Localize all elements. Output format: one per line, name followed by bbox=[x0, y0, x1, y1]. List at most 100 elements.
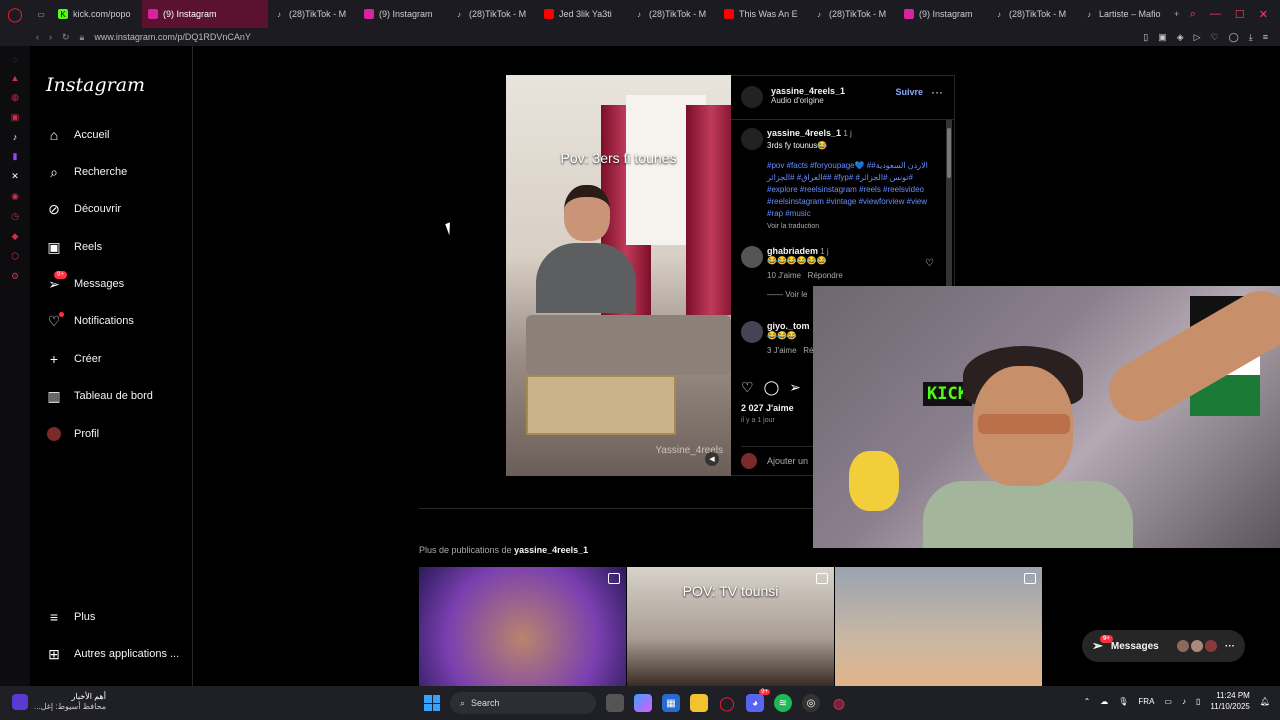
history-icon[interactable]: ◷ bbox=[11, 211, 19, 222]
reload-icon[interactable]: ↻ bbox=[62, 32, 70, 43]
sidebar-item-other-apps[interactable]: ⊞ Autres applications ... bbox=[46, 643, 186, 665]
add-comment-input[interactable]: Ajouter un bbox=[767, 456, 808, 466]
new-tab-button[interactable]: + bbox=[1168, 0, 1188, 28]
caption-user[interactable]: yassine_4reels_1 bbox=[767, 128, 841, 138]
volume-icon[interactable]: ♪ bbox=[1182, 697, 1186, 706]
comments-scrollbar[interactable] bbox=[946, 120, 952, 300]
sidebar-item-create[interactable]: + Créer bbox=[46, 348, 186, 370]
language-indicator[interactable]: FRA bbox=[1138, 697, 1154, 706]
minimize-icon[interactable]: — bbox=[1210, 8, 1221, 21]
sidebar-item-reels[interactable]: ▣ Reels bbox=[46, 236, 186, 258]
post-thumbnail[interactable]: POV: TV tounsi bbox=[627, 567, 834, 686]
sidebar-item-dashboard[interactable]: ▥ Tableau de bord bbox=[46, 385, 186, 407]
browser-tab[interactable]: (9) Instagram bbox=[898, 0, 988, 28]
aria-icon[interactable]: ◌ bbox=[12, 54, 17, 64]
shield-icon[interactable]: ◈ bbox=[1177, 32, 1184, 43]
task-view-icon[interactable] bbox=[606, 694, 624, 712]
browser-tab[interactable]: ♪ (28)TikTok - M bbox=[628, 0, 718, 28]
view-replies-link[interactable]: Voir le bbox=[785, 290, 807, 299]
comment-likes[interactable]: 3 J'aime bbox=[767, 346, 797, 355]
reply-link[interactable]: Ré bbox=[803, 346, 813, 355]
news-widget[interactable]: أهم الأخبار محافظ أسيوط: إغل... bbox=[12, 692, 106, 712]
menu-icon[interactable]: ≡ bbox=[1263, 32, 1268, 43]
settings-icon[interactable]: ⚙ bbox=[11, 271, 19, 282]
onedrive-icon[interactable]: ☁ bbox=[1100, 697, 1108, 706]
microphone-icon[interactable]: 🎙︎ bbox=[1118, 697, 1128, 706]
comment-likes[interactable]: 10 J'aime bbox=[767, 271, 801, 280]
more-posts-user[interactable]: yassine_4reels_1 bbox=[514, 545, 588, 555]
discord-icon[interactable]: ◕ 9+ bbox=[746, 689, 770, 712]
download-icon[interactable]: ⤓ bbox=[1249, 32, 1253, 43]
caption-hashtags[interactable]: #pov #facts #foryoupage💙 #الاردن السعودي… bbox=[767, 160, 942, 220]
forward-icon[interactable]: › bbox=[49, 32, 52, 43]
like-icon[interactable]: ♡ bbox=[741, 379, 754, 396]
sidebar-item-home[interactable]: ⌂ Accueil bbox=[46, 124, 186, 146]
player-icon[interactable]: ◉ bbox=[11, 191, 19, 202]
tiktok-icon[interactable]: ♪ bbox=[13, 132, 18, 142]
twitch-icon[interactable]: ▮ bbox=[13, 151, 18, 162]
opera-icon[interactable]: ◯ bbox=[718, 694, 736, 712]
sidebar-item-profile[interactable]: Profil bbox=[46, 423, 186, 445]
browser-tab[interactable]: This Was An E bbox=[718, 0, 808, 28]
heart-icon[interactable]: ♡ bbox=[1211, 32, 1219, 43]
post-thumbnail[interactable] bbox=[835, 567, 1042, 686]
browser-tab[interactable]: ♪ (28)TikTok - M bbox=[808, 0, 898, 28]
browser-tab[interactable]: Jed 3lik Ya3ti bbox=[538, 0, 628, 28]
messenger-icon[interactable]: ◍ bbox=[11, 92, 19, 103]
mute-icon[interactable]: ◀︎ bbox=[705, 452, 719, 466]
sidebar-item-notifications[interactable]: ♡ Notifications bbox=[46, 310, 186, 332]
tray-chevron-icon[interactable]: ⌃ bbox=[1084, 697, 1091, 706]
post-video[interactable]: Pov: 3ers fi tounes Yassine_4reels ◀︎ bbox=[506, 75, 731, 476]
copilot-icon[interactable] bbox=[634, 694, 652, 712]
spotify-icon[interactable]: ≋ bbox=[774, 694, 792, 712]
browser-tab[interactable]: (9) Instagram bbox=[358, 0, 448, 28]
browser-tab-active[interactable]: (9) Instagram bbox=[142, 0, 268, 28]
sidebar-item-search[interactable]: ⌕ Recherche bbox=[46, 161, 186, 183]
browser-tab[interactable]: ♪ (28)TikTok - M bbox=[268, 0, 358, 28]
more-options-icon[interactable]: ··· bbox=[931, 85, 943, 99]
instagram-logo[interactable]: Instagram bbox=[46, 74, 145, 96]
browser-tab[interactable]: ♪ (28)TikTok - M bbox=[448, 0, 538, 28]
post-audio[interactable]: Audio d'origine bbox=[771, 96, 845, 105]
caption-avatar[interactable] bbox=[741, 128, 763, 150]
bookmark-icon[interactable]: ▯ bbox=[1143, 32, 1148, 43]
post-thumbnail[interactable] bbox=[419, 567, 626, 686]
steam-icon[interactable]: ◎ bbox=[802, 694, 820, 712]
store-icon[interactable]: ▦ bbox=[662, 694, 680, 712]
messages-pill[interactable]: ➢ 9+ Messages ··· bbox=[1082, 630, 1245, 662]
windows-start-icon[interactable] bbox=[424, 695, 440, 711]
search-tabs-icon[interactable]: ⌕ bbox=[1190, 8, 1196, 21]
news-icon[interactable]: ▣ bbox=[11, 112, 20, 123]
play-icon[interactable]: ▷ bbox=[1194, 32, 1201, 43]
file-explorer-icon[interactable] bbox=[690, 694, 708, 712]
comment-avatar[interactable] bbox=[741, 246, 763, 268]
comment-like-icon[interactable]: ♡ bbox=[925, 258, 934, 269]
network-icon[interactable]: ▭ bbox=[1164, 697, 1172, 706]
share-icon[interactable]: ➢ bbox=[789, 379, 801, 396]
pinboard-icon[interactable]: ◆ bbox=[12, 231, 19, 242]
sidebar-item-explore[interactable]: ⊘ Découvrir bbox=[46, 198, 186, 220]
profile-icon[interactable]: ◯ bbox=[1229, 32, 1239, 43]
url-field[interactable]: www.instagram.com/p/DQ1RDVnCAnY bbox=[94, 32, 251, 42]
maximize-icon[interactable]: ☐ bbox=[1235, 8, 1245, 21]
comment-avatar[interactable] bbox=[741, 321, 763, 343]
taskbar-search[interactable]: ⌕ Search bbox=[450, 692, 596, 714]
reply-link[interactable]: Répondre bbox=[808, 271, 843, 280]
comment-icon[interactable]: ◯ bbox=[764, 379, 780, 396]
tab-workspaces[interactable]: ▭ bbox=[30, 0, 52, 28]
browser-tab[interactable]: Kkick.com/popo bbox=[52, 0, 142, 28]
see-translation-link[interactable]: Voir la traduction bbox=[767, 221, 942, 233]
like-count[interactable]: 2 027 J'aime bbox=[741, 403, 794, 413]
opera-gx-icon[interactable]: ◍ bbox=[830, 694, 848, 712]
opera-menu-icon[interactable]: ◯ bbox=[0, 0, 30, 28]
bag-icon[interactable]: ▲ bbox=[11, 73, 20, 83]
browser-tab[interactable]: ♪ Lartiste – Mafio bbox=[1078, 0, 1168, 28]
snapshot-icon[interactable]: ▣ bbox=[1158, 32, 1167, 43]
comment-user[interactable]: ghabriadem bbox=[767, 246, 818, 256]
follow-button[interactable]: Suivre bbox=[895, 87, 923, 97]
back-icon[interactable]: ‹ bbox=[36, 32, 39, 43]
notification-bell-icon[interactable]: 🔔︎ bbox=[1260, 697, 1270, 706]
sidebar-item-messages[interactable]: ➢ 9+ Messages bbox=[46, 271, 186, 295]
post-author[interactable]: yassine_4reels_1 bbox=[771, 86, 845, 96]
x-icon[interactable]: ✕ bbox=[11, 171, 19, 182]
